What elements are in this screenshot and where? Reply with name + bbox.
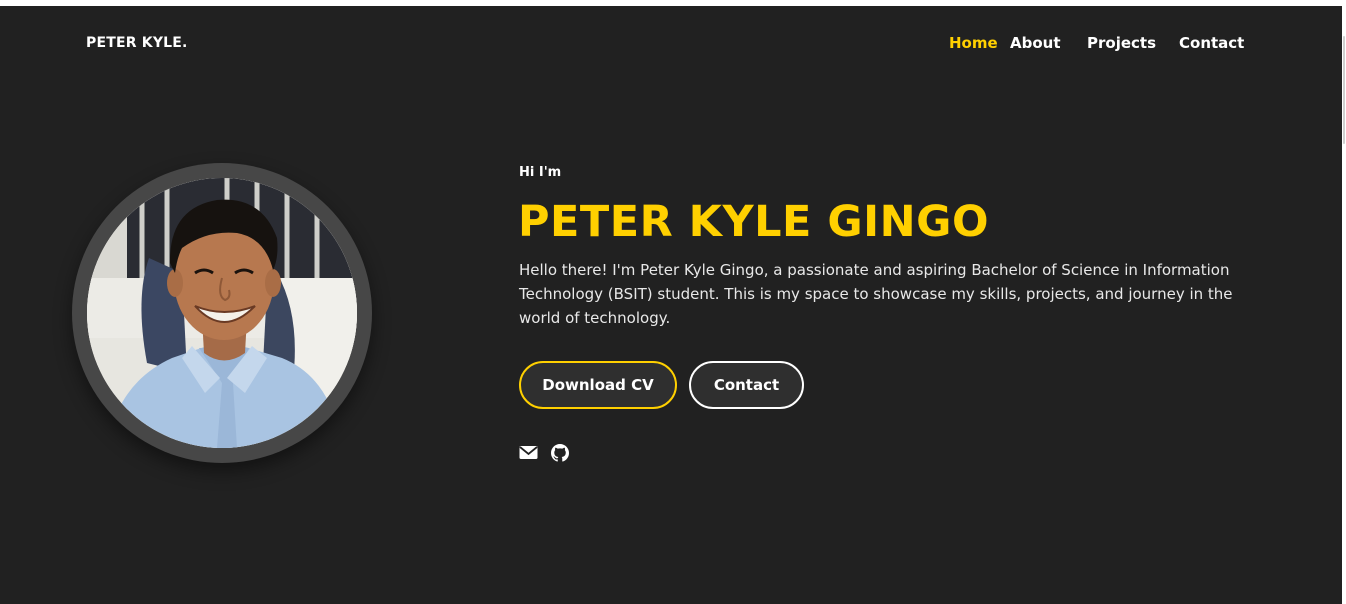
nav-about[interactable]: About: [1010, 34, 1061, 52]
envelope-icon[interactable]: [519, 444, 538, 461]
nav-projects[interactable]: Projects: [1087, 34, 1156, 52]
profile-photo-frame: [72, 163, 372, 463]
download-cv-button[interactable]: Download CV: [519, 361, 677, 409]
scrollbar[interactable]: [1342, 6, 1346, 604]
contact-button[interactable]: Contact: [689, 361, 804, 409]
hero-intro-text: Hello there! I'm Peter Kyle Gingo, a pas…: [519, 261, 1233, 327]
github-icon[interactable]: [551, 444, 570, 462]
social-links: [519, 444, 570, 462]
nav-contact[interactable]: Contact: [1179, 34, 1244, 52]
profile-photo: [87, 178, 357, 448]
nav-home[interactable]: Home: [949, 34, 998, 52]
hero-name-heading: PETER KYLE GINGO: [518, 197, 990, 247]
scrollbar-thumb[interactable]: [1343, 36, 1345, 144]
greeting-text: Hi I'm: [519, 165, 562, 180]
main-nav: Home About Projects Contact: [0, 34, 1342, 54]
portfolio-page: PETER KYLE. Home About Projects Contact: [0, 6, 1342, 604]
